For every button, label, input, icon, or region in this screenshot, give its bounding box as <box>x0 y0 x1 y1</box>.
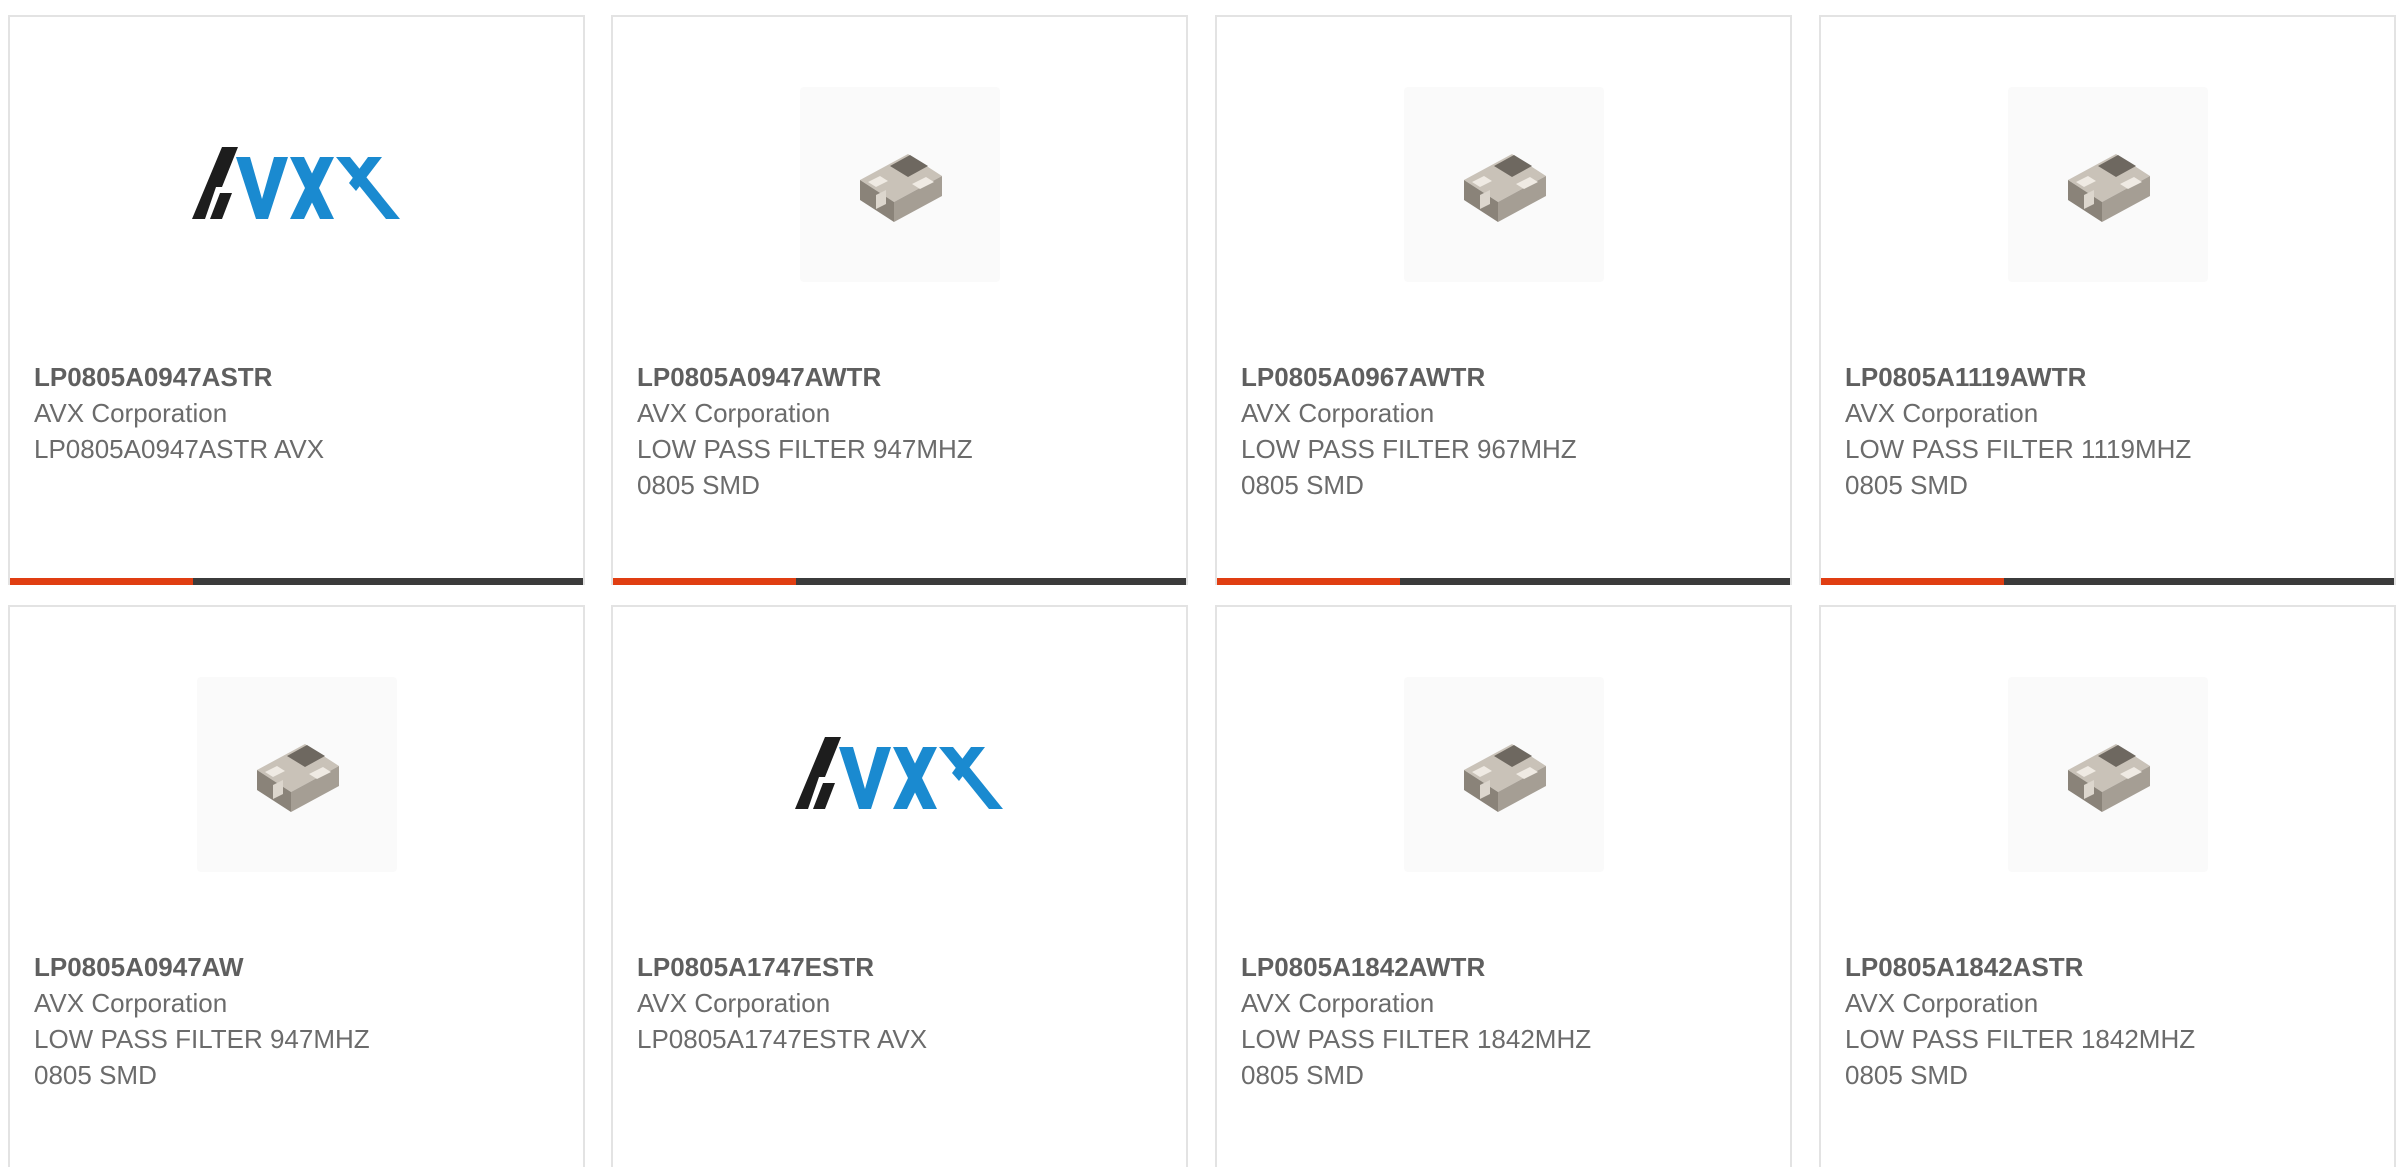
product-card[interactable]: LP0805A1842ASTR AVX Corporation LOW PASS… <box>1819 605 2396 1167</box>
product-image <box>1821 672 2394 877</box>
product-card[interactable]: LP0805A1842AWTR AVX Corporation LOW PASS… <box>1215 605 1792 1167</box>
product-grid: LP0805A0947ASTR AVX Corporation LP0805A0… <box>0 0 2400 1167</box>
card-footer-bar <box>1821 578 2394 585</box>
card-footer-bar <box>10 578 583 585</box>
product-image <box>1217 82 1790 287</box>
chip-component-icon <box>256 743 339 812</box>
product-image <box>10 82 583 287</box>
description: LOW PASS FILTER 1842MHZ 0805 SMD <box>1845 1024 2196 1090</box>
chip-component-icon <box>2067 153 2150 222</box>
card-footer-bar <box>1217 578 1790 585</box>
manufacturer: AVX Corporation <box>34 988 228 1018</box>
card-accent-bar <box>10 578 193 585</box>
product-image <box>1217 672 1790 877</box>
manufacturer: AVX Corporation <box>1845 398 2039 428</box>
manufacturer: AVX Corporation <box>1845 988 2039 1018</box>
description: LOW PASS FILTER 947MHZ 0805 SMD <box>34 1024 370 1090</box>
card-footer-bar <box>613 578 1186 585</box>
product-card[interactable]: LP0805A0947AW AVX Corporation LOW PASS F… <box>8 605 585 1167</box>
product-card[interactable]: LP0805A0947ASTR AVX Corporation LP0805A0… <box>8 15 585 585</box>
product-card[interactable]: LP0805A0947AWTR AVX Corporation LOW PASS… <box>611 15 1188 585</box>
product-card[interactable]: LP0805A1119AWTR AVX Corporation LOW PASS… <box>1819 15 2396 585</box>
manufacturer: AVX Corporation <box>637 988 831 1018</box>
part-number[interactable]: LP0805A0947AW <box>34 949 563 985</box>
description: LOW PASS FILTER 967MHZ 0805 SMD <box>1241 434 1577 500</box>
product-card[interactable]: LP0805A1747ESTR AVX Corporation LP0805A1… <box>611 605 1188 1167</box>
avx-logo-icon <box>794 737 1003 809</box>
card-accent-bar <box>1821 578 2004 585</box>
part-number[interactable]: LP0805A0967AWTR <box>1241 359 1770 395</box>
product-image <box>1821 82 2394 287</box>
chip-component-icon <box>1463 153 1546 222</box>
description: LOW PASS FILTER 1842MHZ 0805 SMD <box>1241 1024 1592 1090</box>
part-number[interactable]: LP0805A0947AWTR <box>637 359 1166 395</box>
manufacturer: AVX Corporation <box>1241 988 1435 1018</box>
part-number[interactable]: LP0805A1842AWTR <box>1241 949 1770 985</box>
manufacturer: AVX Corporation <box>637 398 831 428</box>
product-image <box>10 672 583 877</box>
description: LOW PASS FILTER 1119MHZ 0805 SMD <box>1845 434 2192 500</box>
product-card[interactable]: LP0805A0967AWTR AVX Corporation LOW PASS… <box>1215 15 1792 585</box>
card-accent-bar <box>1217 578 1400 585</box>
card-accent-bar <box>613 578 796 585</box>
part-number[interactable]: LP0805A1119AWTR <box>1845 359 2374 395</box>
part-number[interactable]: LP0805A0947ASTR <box>34 359 563 395</box>
chip-component-icon <box>859 153 942 222</box>
chip-component-icon <box>1463 743 1546 812</box>
avx-logo-icon <box>191 147 400 219</box>
description: LOW PASS FILTER 947MHZ 0805 SMD <box>637 434 973 500</box>
description: LP0805A1747ESTR AVX <box>637 1024 928 1054</box>
manufacturer: AVX Corporation <box>34 398 228 428</box>
part-number[interactable]: LP0805A1842ASTR <box>1845 949 2374 985</box>
part-number[interactable]: LP0805A1747ESTR <box>637 949 1166 985</box>
product-image <box>613 82 1186 287</box>
product-image <box>613 672 1186 877</box>
chip-component-icon <box>2067 743 2150 812</box>
description: LP0805A0947ASTR AVX <box>34 434 325 464</box>
manufacturer: AVX Corporation <box>1241 398 1435 428</box>
